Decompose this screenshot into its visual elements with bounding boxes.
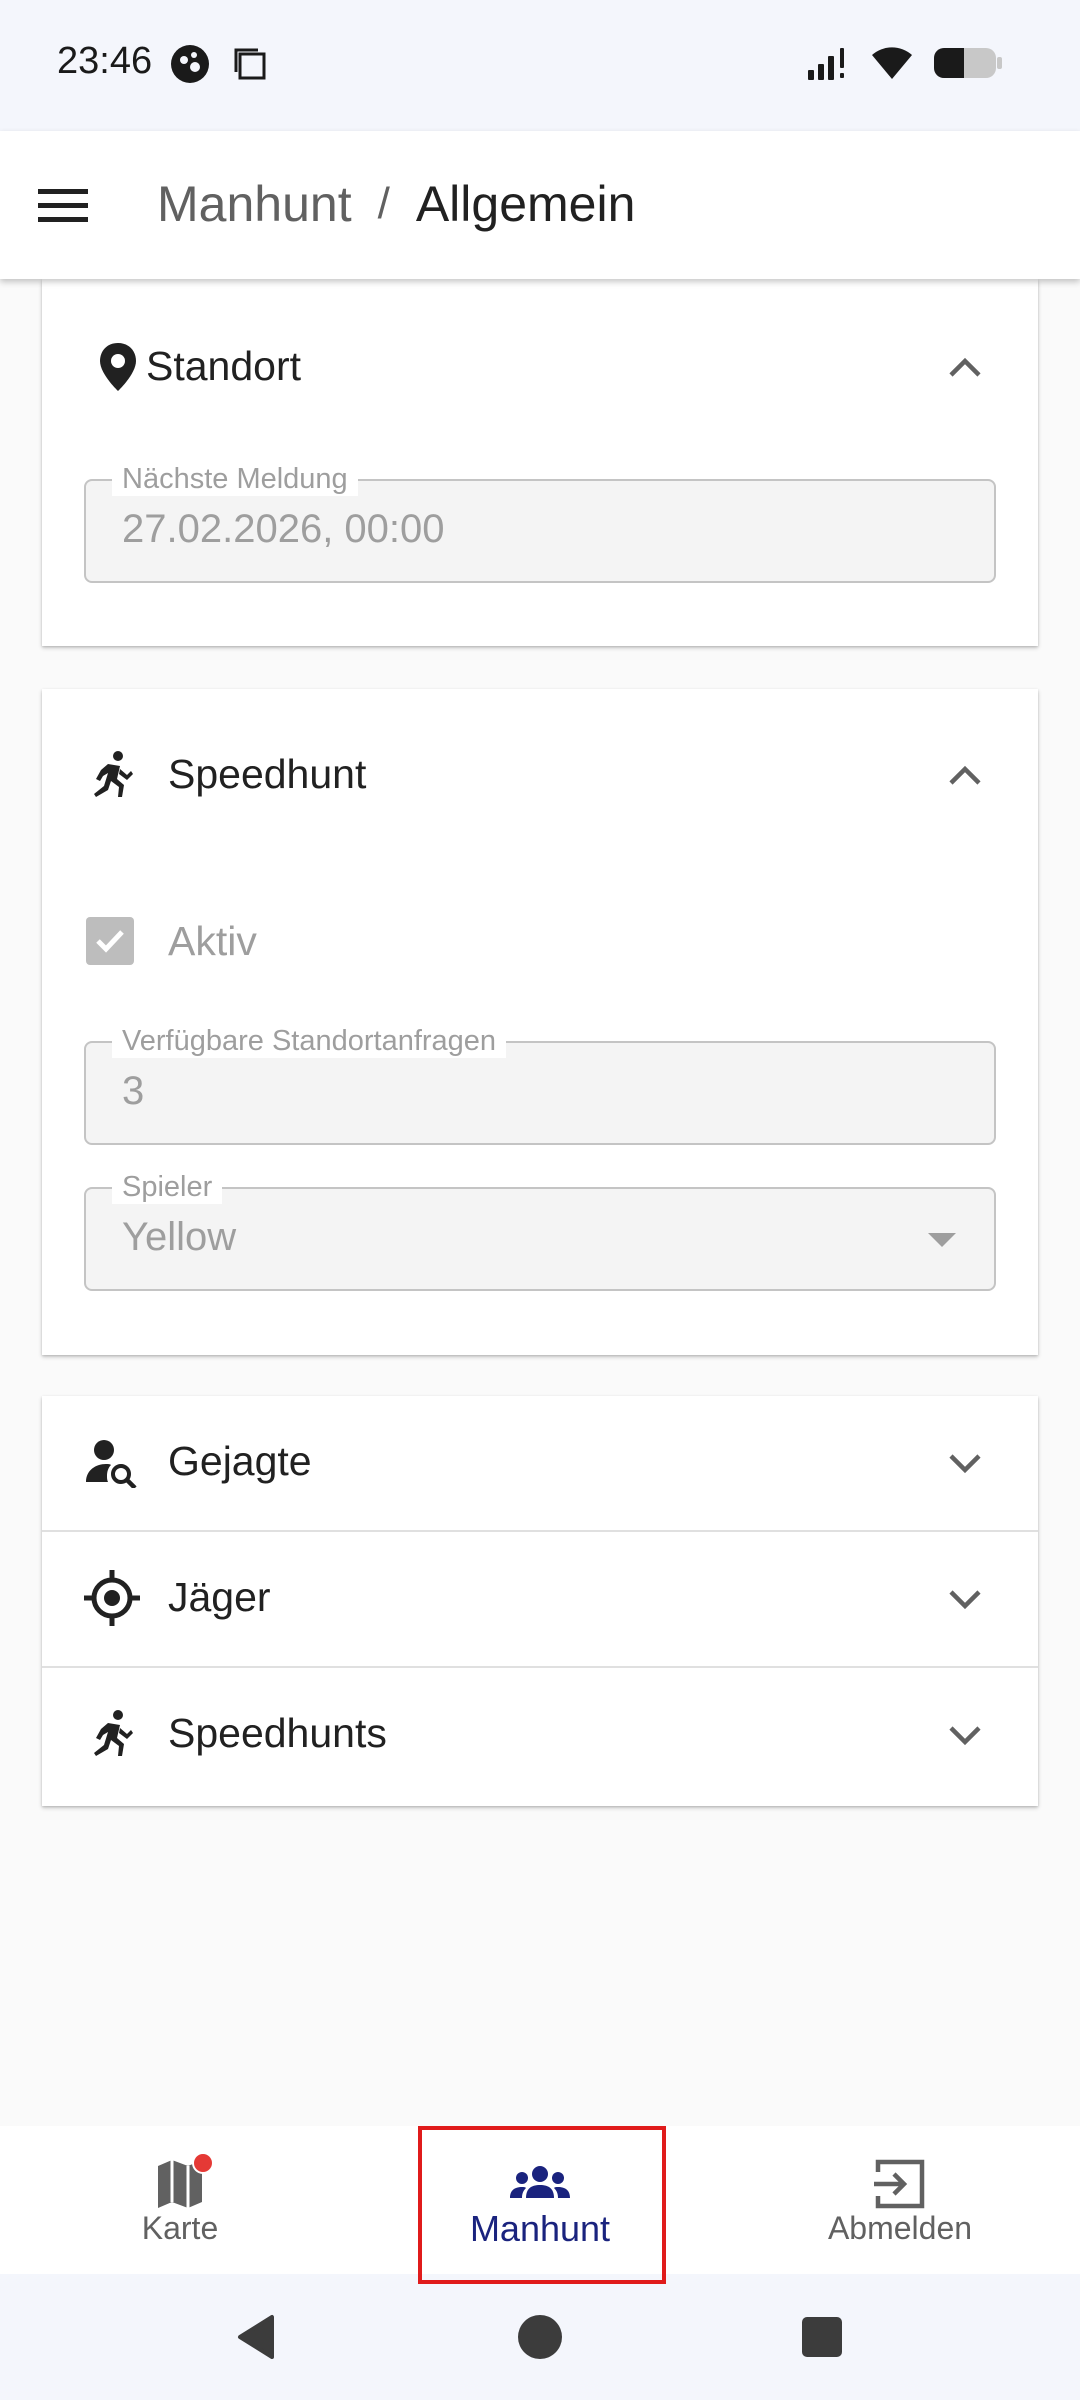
app-notification-icon (171, 45, 209, 83)
section-speedhunts[interactable]: Speedhunts (42, 1668, 1038, 1804)
breadcrumb-separator: / (377, 179, 390, 228)
chevron-down-icon[interactable] (942, 1712, 988, 1758)
player-label: Spieler (112, 1171, 223, 1204)
section-jaeger-title: Jäger (168, 1574, 271, 1620)
running-person-icon (94, 751, 133, 797)
next-report-label: Nächste Meldung (112, 463, 358, 496)
location-pin-icon (100, 343, 136, 391)
notification-badge (192, 2152, 214, 2174)
battery-icon (934, 48, 1002, 78)
chevron-up-icon[interactable] (942, 345, 988, 391)
chevron-down-icon[interactable] (942, 1576, 988, 1622)
highlight-box (418, 2126, 666, 2284)
breadcrumb-parent[interactable]: Manhunt (157, 175, 352, 233)
page-title: Allgemein (415, 176, 636, 232)
requests-label: Verfügbare Standortanfragen (112, 1025, 507, 1058)
active-checkbox-row[interactable]: Aktiv (84, 911, 257, 971)
recents-icon[interactable] (797, 2312, 847, 2362)
standort-header[interactable]: Standort (42, 279, 1038, 409)
next-report-field: Nächste Meldung 27.02.2026, 00:00 (84, 463, 996, 583)
check-icon (96, 930, 124, 953)
active-label: Aktiv (168, 917, 257, 964)
nav-karte[interactable]: Karte (0, 2126, 360, 2274)
section-speedhunts-title: Speedhunts (168, 1710, 387, 1756)
sections-card: Gejagte Jäger Speedhunts (42, 1396, 1038, 1806)
section-gejagte-title: Gejagte (168, 1438, 312, 1484)
menu-icon[interactable] (34, 177, 92, 235)
section-gejagte[interactable]: Gejagte (42, 1396, 1038, 1532)
home-icon[interactable] (515, 2312, 565, 2362)
chevron-down-icon[interactable] (942, 1440, 988, 1486)
speedhunt-title: Speedhunt (168, 751, 367, 797)
running-person-icon (94, 1710, 133, 1756)
person-search-icon (86, 1440, 137, 1488)
nav-karte-label: Karte (141, 2210, 219, 2246)
standort-title: Standort (146, 343, 301, 389)
nav-abmelden-label: Abmelden (827, 2210, 973, 2246)
player-value: Yellow (122, 1215, 237, 1259)
logout-icon (874, 2159, 925, 2209)
active-checkbox[interactable] (86, 917, 134, 965)
wifi-icon (872, 47, 912, 79)
screenshot-icon (234, 48, 266, 80)
status-time: 23:46 (57, 40, 153, 82)
requests-value: 3 (122, 1069, 145, 1113)
nav-abmelden[interactable]: Abmelden (720, 2126, 1080, 2274)
breadcrumb: Manhunt / Allgemein (157, 175, 635, 233)
signal-icon (808, 48, 844, 80)
crosshair-icon (84, 1570, 140, 1626)
requests-field: Verfügbare Standortanfragen 3 (84, 1025, 996, 1145)
app-bar: Manhunt / Allgemein (0, 131, 1080, 279)
chevron-up-icon[interactable] (942, 753, 988, 799)
section-jaeger[interactable]: Jäger (42, 1532, 1038, 1668)
system-navigation-bar (0, 2274, 1080, 2400)
speedhunt-card: Speedhunt Aktiv Verfügbare Standortanfra… (42, 689, 1038, 1355)
speedhunt-header[interactable]: Speedhunt (42, 689, 1038, 869)
status-bar: 23:46 (0, 0, 1080, 131)
standort-card: Standort Nächste Meldung 27.02.2026, 00:… (42, 279, 1038, 646)
back-icon[interactable] (232, 2312, 282, 2362)
next-report-value: 27.02.2026, 00:00 (122, 507, 445, 551)
dropdown-arrow-icon (928, 1233, 956, 1247)
player-select: Spieler Yellow (84, 1171, 996, 1291)
